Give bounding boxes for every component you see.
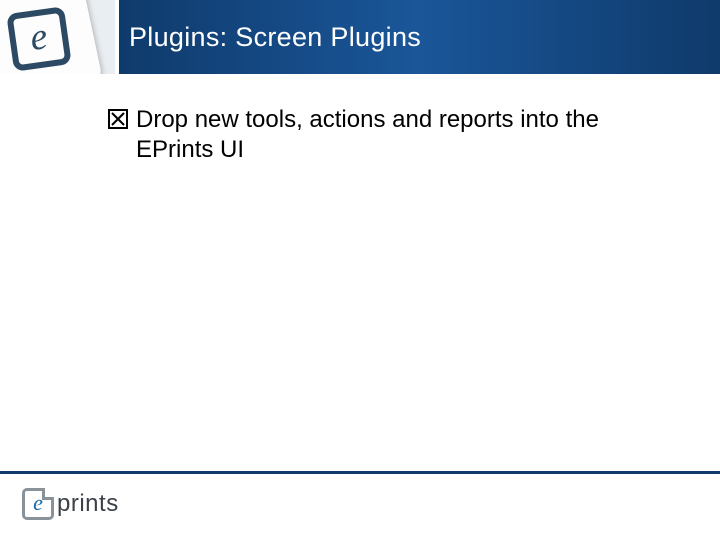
slide-body: Drop new tools, actions and reports into…: [108, 105, 680, 165]
bullet-text: Drop new tools, actions and reports into…: [136, 105, 680, 165]
x-box-bullet-icon: [108, 109, 128, 129]
eprints-square-logo: [0, 0, 104, 74]
eprints-mark-icon: [22, 488, 54, 520]
slide: Plugins: Screen Plugins Drop new tools, …: [0, 0, 720, 540]
header-title-bar: Plugins: Screen Plugins: [115, 0, 720, 74]
footer-divider: [0, 471, 720, 474]
footer-logo-text: prints: [57, 490, 119, 518]
page-fold-icon: [42, 488, 54, 500]
slide-title: Plugins: Screen Plugins: [129, 22, 421, 53]
slide-header: Plugins: Screen Plugins: [0, 0, 720, 74]
eprints-e-icon: [6, 6, 72, 72]
header-logo-area: [0, 0, 115, 74]
bullet-item: Drop new tools, actions and reports into…: [108, 105, 680, 165]
footer-logo: prints: [22, 488, 119, 520]
